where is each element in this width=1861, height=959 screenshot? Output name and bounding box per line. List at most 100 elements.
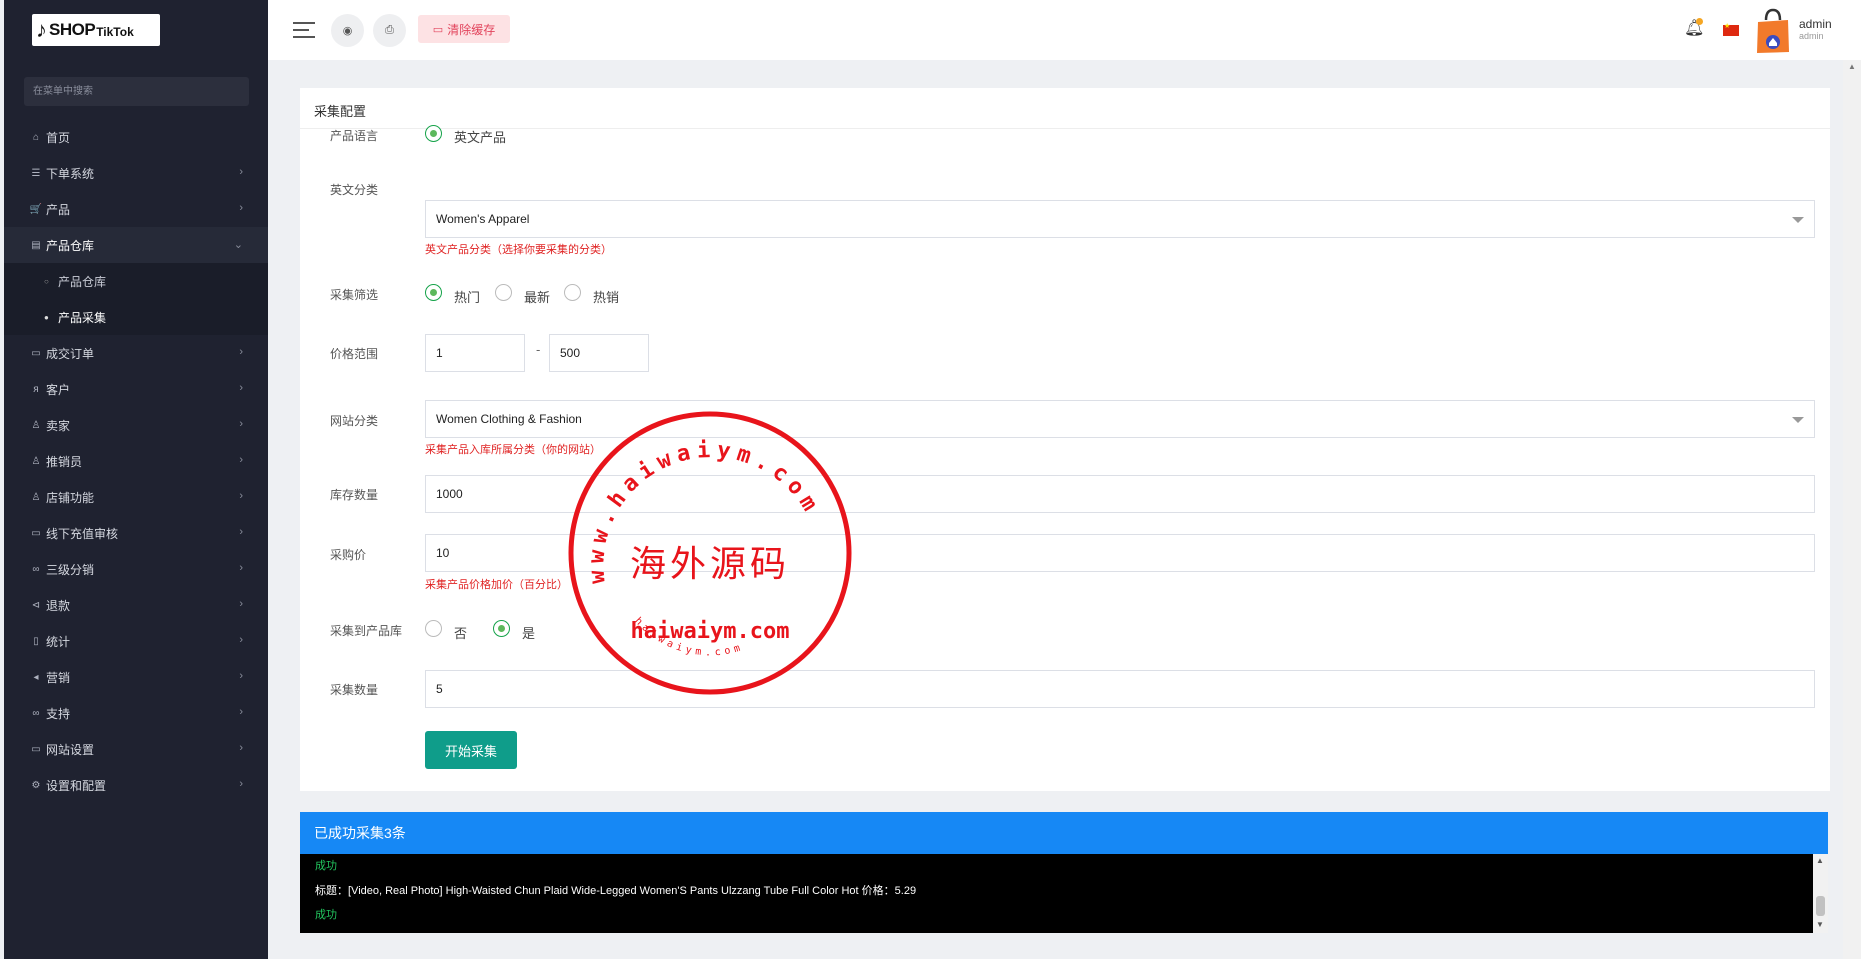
sidebar-item-4[interactable]: ▭ 成交订单 › xyxy=(4,335,268,371)
menu-toggle-icon[interactable] xyxy=(293,22,315,40)
logo-text-tiktok: TikTok xyxy=(96,25,134,39)
sidebar-item-3[interactable]: ▤ 产品仓库 ⌄ xyxy=(4,227,268,263)
user-menu[interactable]: admin admin xyxy=(1799,17,1832,41)
sidebar-item-15[interactable]: ▭ 网站设置 › xyxy=(4,731,268,767)
purchase-label: 采购价 xyxy=(330,548,367,562)
category-select[interactable]: Women's Apparel xyxy=(425,200,1815,238)
sidebar-item-label: 设置和配置 xyxy=(46,778,107,793)
sidebar-item-label: 卖家 xyxy=(46,418,71,433)
sidebar-item-2[interactable]: 🛒 产品 › xyxy=(4,191,268,227)
start-collect-button[interactable]: 开始采集 xyxy=(425,731,517,769)
stock-value: 1000 xyxy=(436,487,463,501)
bullet-filled-icon: ● xyxy=(44,312,49,322)
category-value: Women's Apparel xyxy=(436,212,530,226)
stock-input[interactable]: 1000 xyxy=(425,475,1815,513)
radio-english-product[interactable] xyxy=(425,125,442,142)
refresh-button[interactable]: ◉ xyxy=(331,14,364,47)
china-flag-icon[interactable] xyxy=(1723,22,1739,36)
sidebar-item-10[interactable]: ∞ 三级分销 › xyxy=(4,551,268,587)
sidebar-item-14[interactable]: ∞ 支持 › xyxy=(4,695,268,731)
log-line-success: 成功 xyxy=(315,860,337,872)
user-role: admin xyxy=(1799,31,1824,41)
price-max-input[interactable]: 500 xyxy=(549,334,649,372)
result-log: 成功 标题：[Video, Real Photo] High-Waisted C… xyxy=(300,854,1828,933)
radio-warehouse-yes[interactable] xyxy=(493,620,510,637)
log-line-title: 标题：[Video, Real Photo] High-Waisted Chun… xyxy=(315,885,917,897)
radio-filter-newest[interactable] xyxy=(495,284,512,301)
clear-cache-button[interactable]: ▭ 清除缓存 xyxy=(418,15,510,43)
logo-text-shop: SHOP xyxy=(49,20,96,39)
sidebar-item-9[interactable]: ▭ 线下充值审核 › xyxy=(4,515,268,551)
sidebar-subitem-label: 产品仓库 xyxy=(58,274,107,289)
sidebar-item-label: 店铺功能 xyxy=(46,490,95,505)
sidebar-item-label: 首页 xyxy=(46,130,71,145)
sidebar-item-label: 支持 xyxy=(46,706,71,721)
lang-option-label: 英文产品 xyxy=(454,130,507,145)
sidebar-item-7[interactable]: ♙ 推销员 › xyxy=(4,443,268,479)
avatar[interactable] xyxy=(1756,8,1790,54)
page-scrollbar[interactable]: ▲ xyxy=(1843,60,1861,959)
sidebar-item-11[interactable]: ⊲ 退款 › xyxy=(4,587,268,623)
sidebar-subitem-1[interactable]: ● 产品采集 xyxy=(4,299,268,335)
chevron-right-icon: › xyxy=(239,706,243,718)
sidebar-item-label: 退款 xyxy=(46,598,71,613)
chevron-right-icon: › xyxy=(239,454,243,466)
sidebar-item-13[interactable]: ◂ 营销 › xyxy=(4,659,268,695)
radio-filter-bestselling[interactable] xyxy=(564,284,581,301)
user-name: admin xyxy=(1799,17,1832,31)
card-title: 采集配置 xyxy=(314,104,367,119)
sidebar-item-label: 三级分销 xyxy=(46,562,95,577)
sidebar-item-8[interactable]: ♙ 店铺功能 › xyxy=(4,479,268,515)
radio-filter-hot[interactable] xyxy=(425,284,442,301)
card-divider xyxy=(300,128,1830,129)
sidebar-item-16[interactable]: ⚙ 设置和配置 › xyxy=(4,767,268,803)
price-max-value: 500 xyxy=(560,346,581,360)
chevron-right-icon: › xyxy=(239,526,243,538)
print-button[interactable]: ⎙ xyxy=(373,14,406,47)
chevron-down-icon: ⌄ xyxy=(233,239,243,251)
sidebar-item-12[interactable]: ▯ 统计 › xyxy=(4,623,268,659)
sidebar-item-1[interactable]: ☰ 下单系统 › xyxy=(4,155,268,191)
sidebar-subitem-0[interactable]: ○ 产品仓库 xyxy=(4,263,268,299)
sidebar-item-0[interactable]: ⌂ 首页 xyxy=(4,119,268,155)
chevron-right-icon: › xyxy=(239,670,243,682)
customers-icon: ᴙ xyxy=(33,383,39,395)
salesman-icon: ♙ xyxy=(31,455,41,467)
cache-icon: ▭ xyxy=(432,23,444,36)
settings-icon: ⚙ xyxy=(31,779,41,791)
log-scrollbar[interactable]: ▲ ▼ xyxy=(1813,854,1828,933)
warehouse-option-yes: 是 xyxy=(522,626,536,641)
megaphone-icon: ◂ xyxy=(33,671,39,683)
tiktok-note-icon: ♪ xyxy=(36,17,47,42)
sidebar-item-label: 产品仓库 xyxy=(46,238,95,253)
sidebar-item-5[interactable]: ᴙ 客户 › xyxy=(4,371,268,407)
page-scroll-up-icon[interactable]: ▲ xyxy=(1848,62,1856,71)
menu-search-input[interactable]: 在菜单中搜索 xyxy=(24,77,249,106)
purchase-input[interactable]: 10 xyxy=(425,534,1815,572)
stock-label: 库存数量 xyxy=(330,488,379,502)
chevron-right-icon: › xyxy=(239,778,243,790)
to-warehouse-label: 采集到产品库 xyxy=(330,624,403,638)
notification-dot xyxy=(1696,18,1703,25)
scroll-up-icon[interactable]: ▲ xyxy=(1816,856,1824,865)
sidebar-item-label: 产品 xyxy=(46,202,71,217)
result-header: 已成功采集3条 xyxy=(300,812,1828,854)
sidebar-item-label: 推销员 xyxy=(46,454,83,469)
sidebar-item-label: 营销 xyxy=(46,670,71,685)
sidebar-item-6[interactable]: ♙ 卖家 › xyxy=(4,407,268,443)
lang-label: 产品语言 xyxy=(330,129,379,143)
price-label: 价格范围 xyxy=(330,347,379,361)
link-icon: ∞ xyxy=(32,563,40,575)
log-scroll-thumb[interactable] xyxy=(1816,896,1825,916)
radio-warehouse-no[interactable] xyxy=(425,620,442,637)
sidebar-item-label: 客户 xyxy=(46,382,71,397)
count-input[interactable]: 5 xyxy=(425,670,1815,708)
sidebar-subitem-label: 产品采集 xyxy=(58,310,107,325)
price-min-input[interactable]: 1 xyxy=(425,334,525,372)
sidebar-menu: ⌂ 首页 ☰ 下单系统 › 🛒 产品 › ▤ 产品仓库 ⌄ ○ 产品仓库 ● 产品采集 ▭ 成交订单 › ᴙ 客户 › ♙… xyxy=(4,119,268,803)
site-category-select[interactable]: Women Clothing & Fashion xyxy=(425,400,1815,438)
scroll-down-icon[interactable]: ▼ xyxy=(1816,920,1824,929)
tiktok-shop-logo[interactable]: ♪ SHOP TikTok xyxy=(32,14,160,46)
site-category-hint: 采集产品入库所属分类（你的网站） xyxy=(425,444,601,456)
warehouse-icon: ▤ xyxy=(31,239,41,251)
